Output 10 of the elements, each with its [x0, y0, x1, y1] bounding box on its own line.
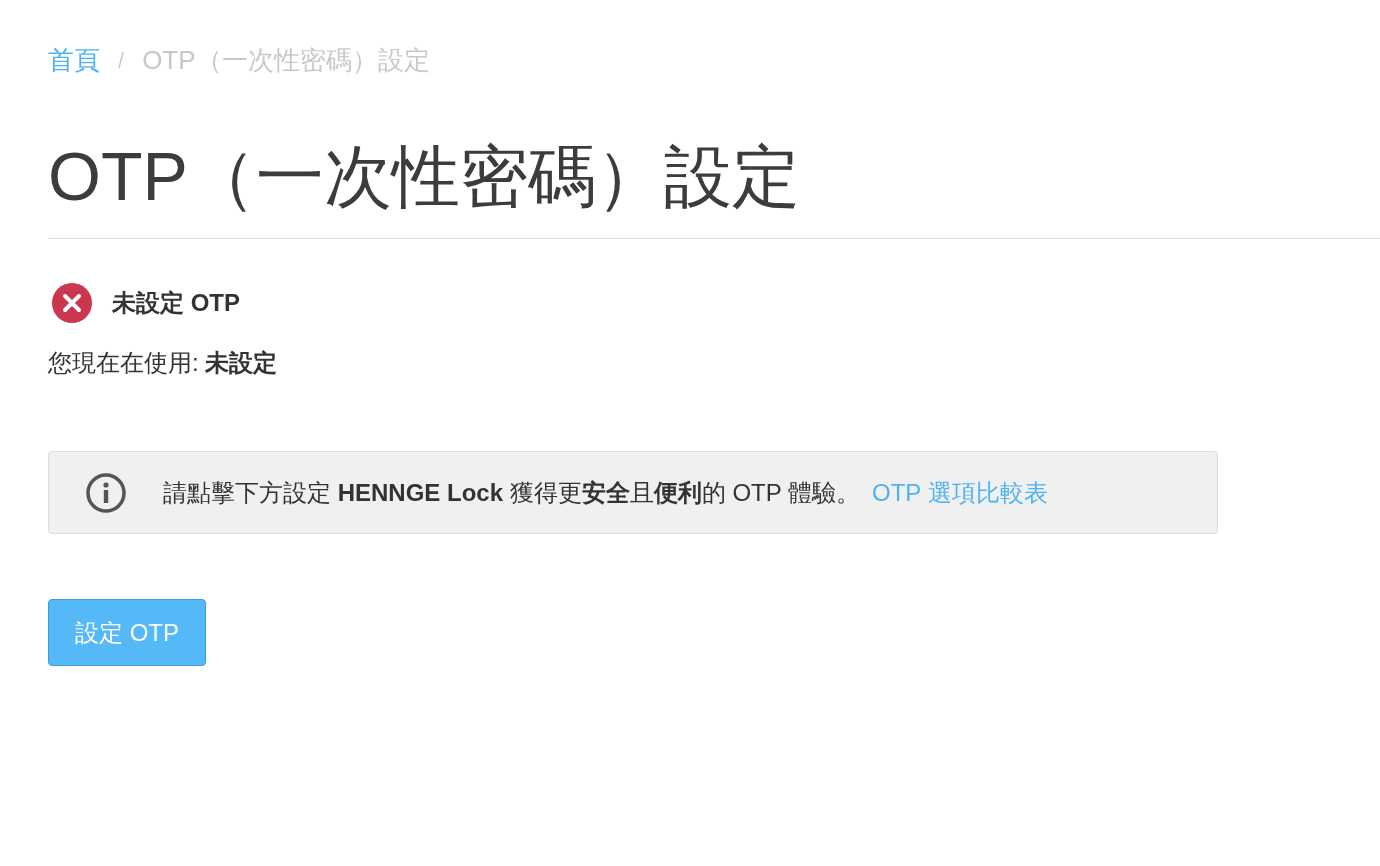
current-usage-text: 您現在在使用: 未設定	[48, 348, 278, 378]
error-icon	[52, 283, 92, 323]
status-label: 未設定 OTP	[112, 288, 240, 318]
info-icon	[85, 471, 127, 514]
page-title: OTP（一次性密碼）設定	[48, 142, 800, 210]
breadcrumb-separator: /	[118, 46, 125, 75]
comparison-link[interactable]: OTP 選項比較表	[871, 474, 1048, 511]
notice-text: 請點擊下方設定 HENNGE Lock 獲得更安全且便利的 OTP 體驗。	[163, 477, 860, 508]
breadcrumb-link[interactable]: 首頁	[48, 40, 100, 80]
setup-otp-button[interactable]: 設定 OTP	[48, 599, 206, 666]
